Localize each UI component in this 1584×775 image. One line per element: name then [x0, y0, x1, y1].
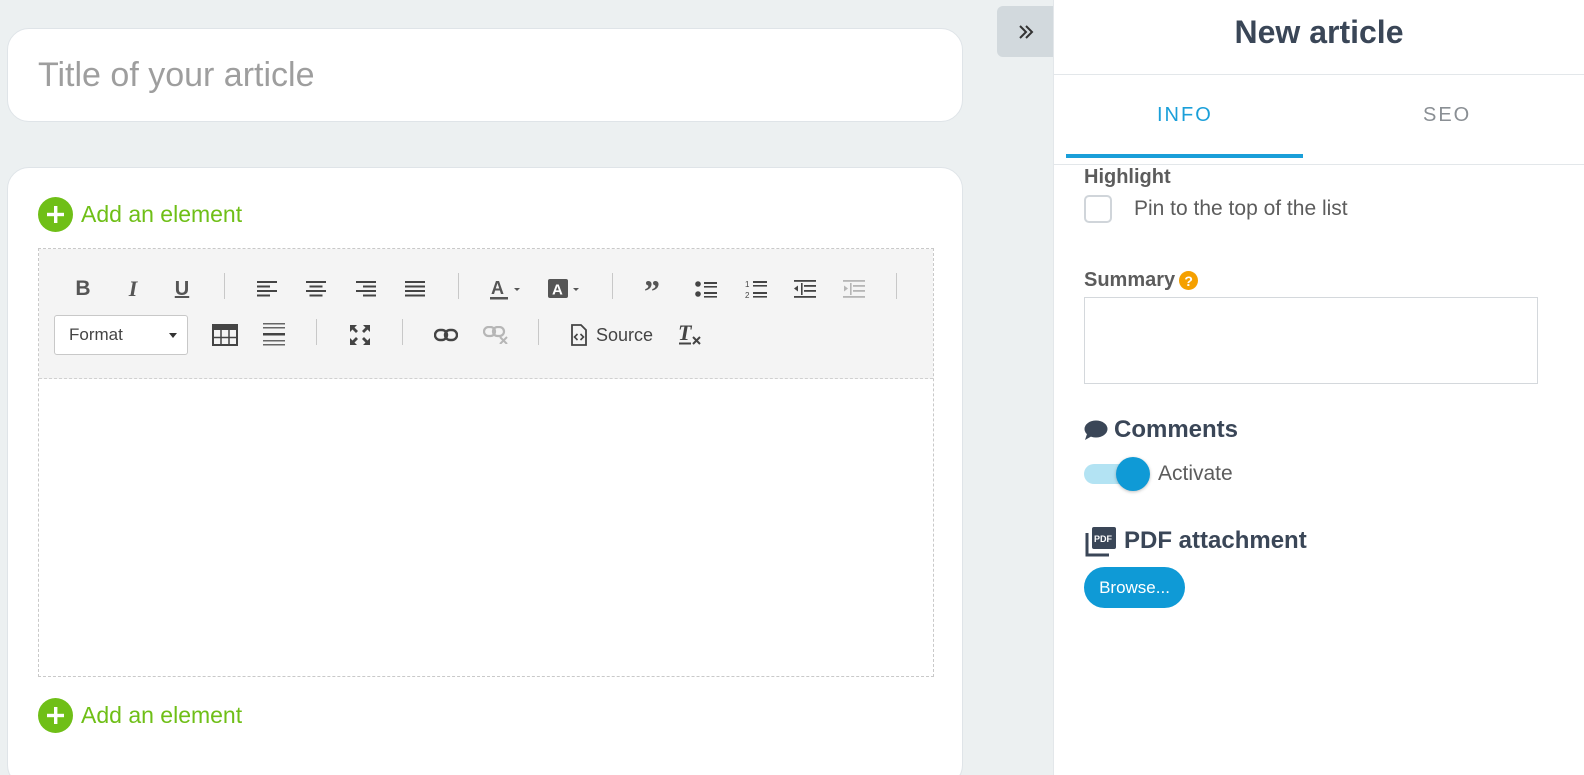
svg-text:T: T [678, 323, 693, 345]
divider [1054, 164, 1584, 165]
toolbar-separator [402, 319, 403, 345]
pin-to-top-label[interactable]: Pin to the top of the list [1134, 197, 1348, 221]
pdf-file-icon: PDF [1084, 525, 1118, 557]
help-icon[interactable]: ? [1179, 271, 1199, 290]
outdent-icon [794, 280, 816, 298]
editor-content-area[interactable] [39, 380, 933, 676]
toolbar-separator [538, 319, 539, 345]
toolbar-separator [458, 273, 459, 299]
format-dropdown[interactable]: Format [54, 315, 188, 355]
blockquote-button[interactable]: ” [644, 269, 668, 309]
align-right-button[interactable] [355, 269, 377, 309]
svg-text:2: 2 [745, 291, 750, 299]
browse-button[interactable]: Browse... [1084, 567, 1185, 608]
numbered-list-button[interactable]: 12 [744, 269, 768, 309]
toggle-knob [1116, 457, 1150, 491]
align-right-icon [356, 281, 376, 297]
source-button[interactable]: Source [570, 315, 656, 355]
text-color-icon: A [490, 278, 520, 300]
toolbar-separator [224, 273, 225, 299]
title-card [7, 28, 963, 122]
rich-text-editor: B I U A A ” 1 2 Format Source T [38, 248, 934, 677]
increase-indent-button[interactable] [842, 269, 866, 309]
unlink-icon [483, 326, 508, 344]
align-center-button[interactable] [305, 269, 327, 309]
toolbar-separator [896, 273, 897, 299]
comments-label: Comments [1114, 416, 1239, 443]
quote-icon: ” [644, 280, 660, 298]
numbered-list-icon: 12 [745, 280, 767, 299]
panel-title: New article [1234, 14, 1404, 50]
bulleted-list-icon [695, 281, 717, 298]
svg-text:”: ” [644, 280, 660, 298]
summary-textarea[interactable] [1084, 297, 1538, 384]
editor-card: Add an element B I U A A ” 1 2 Format So… [7, 167, 963, 775]
comments-heading: Comments [1084, 416, 1238, 444]
italic-button[interactable]: I [122, 269, 144, 309]
comments-toggle-label: Activate [1158, 462, 1233, 485]
align-left-icon [257, 281, 277, 297]
plus-circle-icon [38, 197, 73, 232]
tab-seo[interactable]: SEO [1423, 104, 1471, 127]
source-code-icon [571, 324, 587, 346]
background-color-icon: A [548, 279, 579, 299]
pdf-attachment-heading: PDF PDF attachment [1084, 525, 1307, 557]
toolbar-separator [612, 273, 613, 299]
add-element-button-top[interactable]: Add an element [38, 197, 242, 232]
collapse-panel-button[interactable] [997, 6, 1055, 57]
toolbar-separator [316, 319, 317, 345]
double-chevron-right-icon [1019, 24, 1034, 39]
source-button-label: Source [596, 324, 654, 345]
toolbar-row-1: B I U A A ” 1 2 [39, 269, 933, 309]
indent-icon [843, 280, 865, 298]
align-center-icon [306, 281, 326, 297]
article-settings-panel: New article INFO SEO Highlight Pin to th… [1053, 0, 1584, 775]
comments-toggle[interactable] [1084, 457, 1150, 491]
bulleted-list-button[interactable] [694, 269, 718, 309]
plus-circle-icon [38, 698, 73, 733]
remove-format-icon: T [678, 323, 701, 345]
link-icon [434, 328, 458, 342]
underline-button[interactable]: U [171, 269, 193, 309]
background-color-button[interactable]: A [547, 269, 583, 309]
pdf-attachment-label: PDF attachment [1124, 527, 1307, 554]
speech-bubble-icon [1084, 420, 1108, 441]
add-element-label: Add an element [81, 201, 243, 227]
align-justify-button[interactable] [404, 269, 426, 309]
horizontal-line-button[interactable] [262, 315, 286, 355]
article-title-input[interactable] [38, 55, 962, 95]
divider [1054, 74, 1584, 75]
maximize-button[interactable] [348, 315, 372, 355]
pin-to-top-checkbox[interactable] [1084, 195, 1112, 223]
maximize-icon [350, 325, 370, 345]
editor-toolbar: B I U A A ” 1 2 Format Source T [39, 249, 933, 379]
tab-info[interactable]: INFO [1157, 104, 1213, 127]
align-left-button[interactable] [256, 269, 278, 309]
unlink-button[interactable] [483, 315, 509, 355]
summary-label-row: Summary ? [1084, 269, 1199, 292]
active-tab-indicator [1066, 154, 1303, 158]
insert-table-button[interactable] [212, 315, 238, 355]
bold-button[interactable]: B [72, 269, 94, 309]
align-justify-icon [405, 281, 425, 297]
text-color-button[interactable]: A [489, 269, 523, 309]
decrease-indent-button[interactable] [793, 269, 817, 309]
caret-down-icon [169, 333, 177, 338]
svg-text:A: A [552, 282, 563, 299]
highlight-label: Highlight [1084, 166, 1171, 188]
toolbar-row-2: Format Source T [39, 315, 933, 355]
summary-label: Summary [1084, 269, 1176, 291]
svg-text:A: A [491, 278, 504, 298]
remove-format-button[interactable]: T [677, 315, 703, 355]
add-element-button-bottom[interactable]: Add an element [38, 698, 242, 733]
add-element-label: Add an element [81, 702, 243, 728]
insert-link-button[interactable] [434, 315, 458, 355]
svg-text:PDF: PDF [1094, 534, 1113, 544]
horizontal-line-icon [263, 323, 285, 346]
format-dropdown-label: Format [69, 325, 123, 344]
svg-text:1: 1 [745, 280, 750, 289]
table-icon [212, 324, 238, 346]
